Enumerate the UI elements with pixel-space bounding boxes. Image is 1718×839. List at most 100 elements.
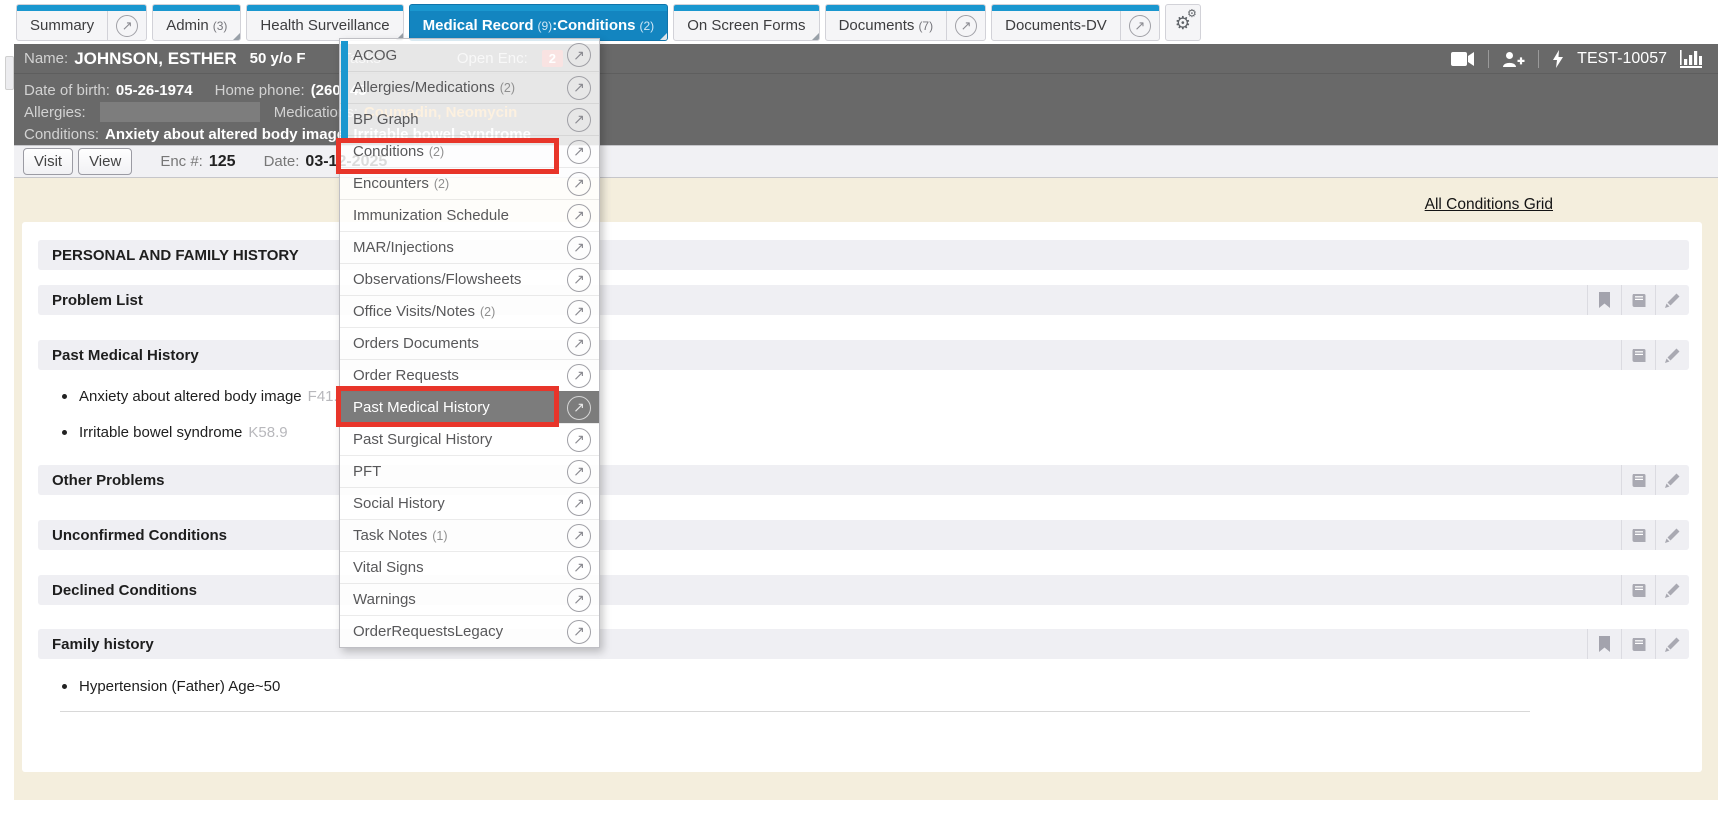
external-link-icon[interactable]	[567, 300, 591, 324]
condition-item: Anxiety about altered body image F41.8	[62, 388, 346, 405]
journal-icon[interactable]	[1621, 629, 1655, 659]
edit-pencil-icon[interactable]	[1655, 520, 1689, 550]
external-link-icon[interactable]	[567, 43, 591, 67]
menu-item-allergies-medications[interactable]: Allergies/Medications(2)	[340, 71, 599, 103]
chart-icon[interactable]	[1680, 50, 1702, 68]
section-problem-list: Problem List	[38, 285, 1689, 315]
tab-label-text: Health Surveillance	[260, 17, 389, 34]
menu-item-past-surgical-history[interactable]: Past Surgical History	[340, 423, 599, 455]
enc-number-label: Enc #:	[160, 153, 203, 170]
edit-pencil-icon[interactable]	[1655, 340, 1689, 370]
enc-number-value: 125	[209, 153, 236, 171]
redacted-area	[100, 102, 260, 122]
external-link-icon[interactable]	[567, 204, 591, 228]
bookmark-icon[interactable]	[1587, 285, 1621, 315]
tab-health-surveillance[interactable]: Health Surveillance	[246, 4, 403, 41]
external-link-icon[interactable]	[1129, 15, 1151, 37]
patient-name: JOHNSON, ESTHER	[74, 49, 236, 69]
menu-item-label: Warnings	[353, 591, 416, 608]
tab-label-text: Medical Record	[423, 17, 534, 34]
section-actions	[1587, 285, 1689, 315]
external-link-icon[interactable]	[567, 620, 591, 644]
video-camera-icon[interactable]	[1451, 51, 1475, 67]
edit-pencil-icon[interactable]	[1655, 465, 1689, 495]
tab-medical-record[interactable]: Medical Record (9) : Conditions (2)	[409, 4, 669, 41]
section-actions	[1621, 465, 1689, 495]
menu-item-label: Allergies/Medications	[353, 79, 495, 96]
external-link-icon[interactable]	[567, 236, 591, 260]
dob-value: 05-26-1974	[116, 82, 193, 99]
external-link-icon[interactable]	[567, 492, 591, 516]
add-person-icon[interactable]	[1502, 51, 1525, 67]
header-actions: TEST-10057	[1451, 50, 1718, 68]
tab-accent-strip	[826, 5, 986, 11]
section-title: Family history	[52, 636, 154, 653]
bookmark-icon[interactable]	[1587, 629, 1621, 659]
gear-icon	[1175, 14, 1191, 32]
menu-item-task-notes[interactable]: Task Notes(1)	[340, 519, 599, 551]
view-button[interactable]: View	[78, 148, 132, 175]
menu-item-vital-signs[interactable]: Vital Signs	[340, 551, 599, 583]
settings-button[interactable]	[1165, 4, 1201, 41]
tab-label-text: Summary	[30, 17, 94, 34]
external-link-icon[interactable]	[567, 332, 591, 356]
external-link-icon[interactable]	[567, 268, 591, 292]
tab-summary[interactable]: Summary	[16, 4, 147, 41]
menu-item-acog[interactable]: ACOG	[340, 39, 599, 71]
journal-icon[interactable]	[1621, 285, 1655, 315]
external-link-icon[interactable]	[955, 15, 977, 37]
external-link-icon[interactable]	[567, 76, 591, 100]
menu-item-office-visits-notes[interactable]: Office Visits/Notes(2)	[340, 295, 599, 327]
menu-item-bp-graph[interactable]: BP Graph	[340, 103, 599, 135]
menu-item-immunization-schedule[interactable]: Immunization Schedule	[340, 199, 599, 231]
menu-item-warnings[interactable]: Warnings	[340, 583, 599, 615]
dob-label: Date of birth:	[24, 82, 110, 99]
tab-on-screen-forms[interactable]: On Screen Forms	[673, 4, 819, 41]
external-link-icon[interactable]	[567, 108, 591, 132]
external-link-icon[interactable]	[567, 524, 591, 548]
external-link-icon[interactable]	[567, 460, 591, 484]
external-link-icon[interactable]	[567, 556, 591, 580]
section-actions	[1621, 520, 1689, 550]
menu-item-label: Social History	[353, 495, 445, 512]
splitter-handle[interactable]	[5, 56, 14, 90]
menu-item-mar-injections[interactable]: MAR/Injections	[340, 231, 599, 263]
tab-label-text: Documents	[839, 17, 915, 34]
menu-item-orders-documents[interactable]: Orders Documents	[340, 327, 599, 359]
external-link-icon[interactable]	[567, 140, 591, 164]
external-link-icon[interactable]	[567, 172, 591, 196]
all-conditions-grid-link[interactable]: All Conditions Grid	[1425, 196, 1553, 214]
lightning-icon[interactable]	[1552, 50, 1564, 68]
tab-documents-dv[interactable]: Documents-DV	[991, 4, 1160, 41]
patient-age-sex: 50 y/o F	[250, 50, 306, 67]
menu-item-label: Encounters	[353, 175, 429, 192]
tab-admin[interactable]: Admin(3)	[152, 4, 241, 41]
journal-icon[interactable]	[1621, 575, 1655, 605]
external-link-icon[interactable]	[116, 15, 138, 37]
section-divider	[60, 711, 1530, 712]
external-link-icon[interactable]	[567, 396, 591, 420]
menu-item-orderrequestslegacy[interactable]: OrderRequestsLegacy	[340, 615, 599, 647]
divider	[1488, 50, 1489, 68]
edit-pencil-icon[interactable]	[1655, 285, 1689, 315]
journal-icon[interactable]	[1621, 465, 1655, 495]
condition-text: Hypertension (Father) Age~50	[79, 678, 280, 695]
section-title: Past Medical History	[52, 347, 199, 364]
edit-pencil-icon[interactable]	[1655, 629, 1689, 659]
tab-documents[interactable]: Documents(7)	[825, 4, 987, 41]
menu-item-social-history[interactable]: Social History	[340, 487, 599, 519]
menu-item-observations-flowsheets[interactable]: Observations/Flowsheets	[340, 263, 599, 295]
edit-pencil-icon[interactable]	[1655, 575, 1689, 605]
patient-header-row-dob: Date of birth: 05-26-1974 Home phone: (2…	[14, 80, 1718, 100]
menu-scrollbar-thumb[interactable]	[341, 41, 348, 141]
menu-item-pft[interactable]: PFT	[340, 455, 599, 487]
annotation-box-past-medical-history	[336, 386, 559, 427]
condition-code: K58.9	[248, 424, 287, 441]
tab-accent-strip	[410, 5, 668, 11]
journal-icon[interactable]	[1621, 340, 1655, 370]
visit-button[interactable]: Visit	[23, 148, 73, 175]
journal-icon[interactable]	[1621, 520, 1655, 550]
external-link-icon[interactable]	[567, 364, 591, 388]
external-link-icon[interactable]	[567, 428, 591, 452]
external-link-icon[interactable]	[567, 588, 591, 612]
